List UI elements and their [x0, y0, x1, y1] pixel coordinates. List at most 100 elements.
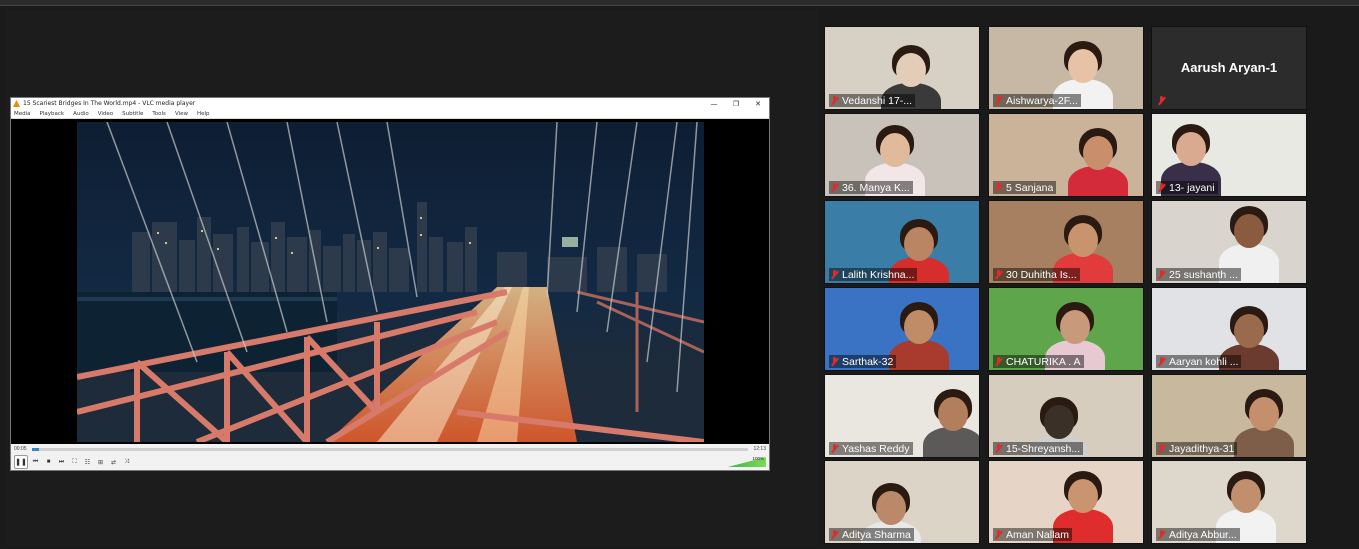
participant-tile[interactable]: 15-Shreyansh...: [988, 374, 1144, 458]
menu-audio[interactable]: Audio: [73, 111, 89, 117]
participant-name: 13- jayani: [1169, 181, 1215, 194]
minimize-button[interactable]: —: [703, 100, 725, 108]
participant-name: Aditya Sharma: [842, 528, 911, 541]
participant-body: [1234, 426, 1295, 457]
participant-name: CHATURIKA . A: [1006, 355, 1081, 368]
fullscreen-icon[interactable]: ⛶: [69, 457, 80, 467]
vlc-menu-bar: Media Playback Audio Video Subtitle Tool…: [11, 109, 769, 119]
participant-body: [888, 339, 949, 370]
muted-mic-icon: [830, 95, 839, 106]
shuffle-icon[interactable]: ⤨: [121, 457, 132, 467]
participant-name: Aman Nallam: [1006, 528, 1070, 541]
muted-mic-icon: [994, 182, 1003, 193]
menu-video[interactable]: Video: [98, 111, 113, 117]
participant-tile[interactable]: Aaryan kohli ...: [1151, 287, 1307, 371]
participant-name: Sarthak-32: [842, 355, 894, 368]
extended-settings-icon[interactable]: ☷: [82, 457, 93, 467]
participant-name: 5 Sanjana: [1006, 181, 1054, 194]
participant-tile[interactable]: Jayadithya-31: [1151, 374, 1307, 458]
participant-tile[interactable]: Aishwarya-2F...: [988, 26, 1144, 110]
loop-icon[interactable]: ⇄: [108, 457, 119, 467]
participant-name: Jayadithya-31: [1169, 442, 1235, 455]
participant-body: [922, 426, 979, 457]
participant-face: [1249, 396, 1280, 431]
participant-name: 30 Duhitha Is...: [1006, 268, 1077, 281]
volume-slider[interactable]: 100%: [728, 456, 766, 467]
participant-tile[interactable]: Aditya Abbur...: [1151, 460, 1307, 544]
participant-name-tag: 36. Manya K...: [829, 181, 913, 194]
participant-tile[interactable]: Vedanshi 17-...: [824, 26, 980, 110]
participant-tile[interactable]: 5 Sanjana: [988, 113, 1144, 197]
participant-name: Aditya Abbur...: [1169, 528, 1237, 541]
participant-name-tag: Lalith Krishna...: [829, 268, 918, 281]
vlc-window: 15 Scariest Bridges In The World.mp4 - V…: [10, 97, 770, 471]
menu-help[interactable]: Help: [197, 111, 210, 117]
vlc-video-area[interactable]: [11, 120, 769, 444]
participant-name-tag: 25 sushanth ...: [1156, 268, 1241, 281]
participant-name-tag: 13- jayani: [1156, 181, 1218, 194]
participant-face: [903, 309, 934, 344]
volume-label: 100%: [752, 456, 764, 461]
participant-tile[interactable]: Aarush Aryan-1: [1151, 26, 1307, 110]
vlc-window-title: 15 Scariest Bridges In The World.mp4 - V…: [23, 100, 196, 107]
stop-icon[interactable]: ■: [43, 457, 54, 467]
vlc-cone-icon: [13, 100, 20, 107]
menu-tools[interactable]: Tools: [152, 111, 166, 117]
participant-tile[interactable]: Aditya Sharma: [824, 460, 980, 544]
participant-name-tag: CHATURIKA . A: [993, 355, 1084, 368]
participant-name-tag: 15-Shreyansh...: [993, 442, 1084, 455]
participant-face: [937, 396, 968, 431]
seek-bar[interactable]: [31, 447, 749, 451]
participant-name: Vedanshi 17-...: [842, 94, 913, 107]
participant-tile[interactable]: 30 Duhitha Is...: [988, 200, 1144, 284]
participant-name: Aishwarya-2F...: [1006, 94, 1078, 107]
next-icon[interactable]: ⏭: [56, 457, 67, 467]
participant-tile[interactable]: 36. Manya K...: [824, 113, 980, 197]
pause-button[interactable]: ❚❚: [14, 455, 28, 469]
muted-mic-icon: [1157, 529, 1166, 540]
muted-mic-icon: [830, 269, 839, 280]
maximize-button[interactable]: ❐: [725, 100, 747, 108]
menu-view[interactable]: View: [175, 111, 188, 117]
playlist-icon[interactable]: ⊞: [95, 457, 106, 467]
participant-tile[interactable]: Lalith Krishna...: [824, 200, 980, 284]
participant-tile[interactable]: Yashas Reddy: [824, 374, 980, 458]
menu-media[interactable]: Media: [14, 111, 31, 117]
muted-mic-icon: [994, 356, 1003, 367]
participant-name-tag: 30 Duhitha Is...: [993, 268, 1080, 281]
participant-body: [1068, 165, 1129, 196]
participant-name-tag: Sarthak-32: [829, 355, 897, 368]
previous-icon[interactable]: ⏮: [30, 457, 41, 467]
participant-name: 25 sushanth ...: [1169, 268, 1238, 281]
time-total: 12:13: [753, 446, 766, 452]
muted-mic-icon: [994, 529, 1003, 540]
time-elapsed: 00:05: [14, 446, 27, 452]
participant-name-tag: Aditya Abbur...: [1156, 528, 1240, 541]
participant-face: [1176, 131, 1206, 166]
muted-mic-icon: [1157, 182, 1166, 193]
participant-tile[interactable]: CHATURIKA . A: [988, 287, 1144, 371]
close-button[interactable]: ✕: [747, 100, 769, 108]
participant-name-tag: Jayadithya-31: [1156, 442, 1238, 455]
participant-tile[interactable]: Aman Nallam: [988, 460, 1144, 544]
participant-name-tag: Yashas Reddy: [829, 442, 913, 455]
bridge-night-scene: [77, 122, 704, 442]
participant-name-tag: Aman Nallam: [993, 528, 1073, 541]
muted-mic-icon: [830, 356, 839, 367]
participant-face: [1233, 314, 1264, 348]
vlc-controls: ❚❚ ⏮ ■ ⏭ ⛶ ☷ ⊞ ⇄ ⤨ 100%: [11, 454, 769, 470]
participant-name-tag: Vedanshi 17-...: [829, 94, 916, 107]
participant-tile[interactable]: 13- jayani: [1151, 113, 1307, 197]
participant-name-tag: Aishwarya-2F...: [993, 94, 1081, 107]
participant-face: [895, 53, 926, 87]
participant-face: [1067, 48, 1098, 83]
participant-tile[interactable]: 25 sushanth ...: [1151, 200, 1307, 284]
participant-tile[interactable]: Sarthak-32: [824, 287, 980, 371]
menu-subtitle[interactable]: Subtitle: [122, 111, 143, 117]
muted-mic-icon: [830, 443, 839, 454]
top-bar: [0, 0, 1359, 6]
menu-playback[interactable]: Playback: [40, 111, 65, 117]
participant-face: [1067, 222, 1098, 257]
participant-name-tag: Aditya Sharma: [829, 528, 914, 541]
muted-mic-icon: [830, 182, 839, 193]
